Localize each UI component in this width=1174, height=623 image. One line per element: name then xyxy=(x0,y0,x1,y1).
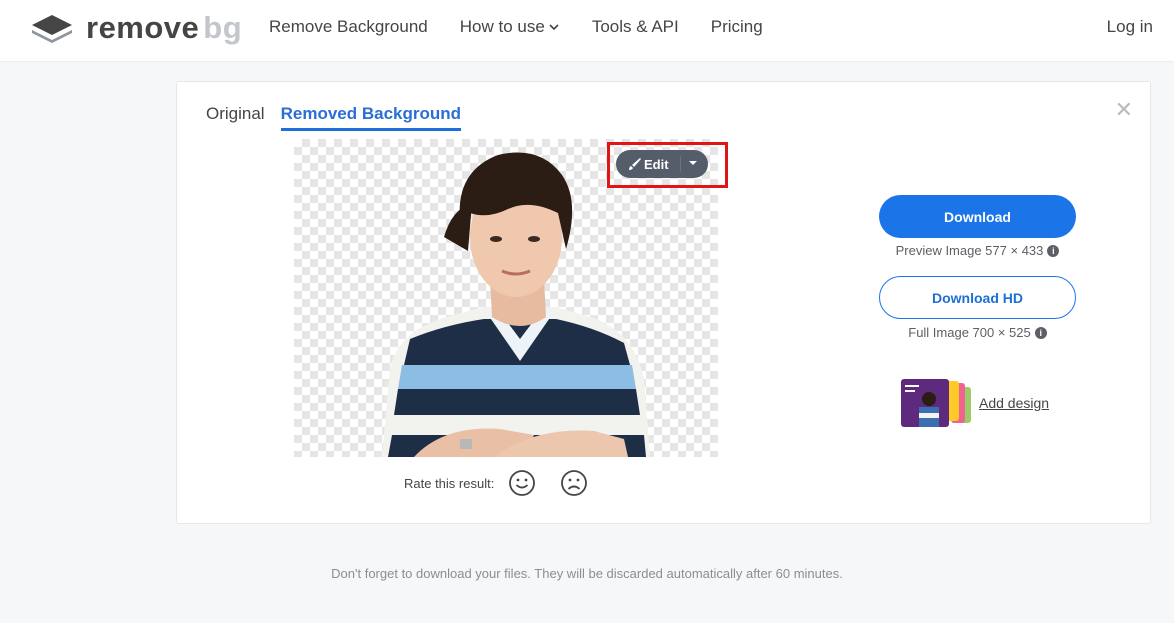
info-icon[interactable]: i xyxy=(1047,244,1060,257)
logo-text: remove bg xyxy=(86,12,242,44)
download-hd-button[interactable]: Download HD xyxy=(879,276,1076,319)
info-icon[interactable]: i xyxy=(1034,326,1047,339)
add-design-label: Add design xyxy=(979,395,1050,411)
top-header: remove bg Remove Background How to use To… xyxy=(0,0,1174,62)
nav-label: Tools & API xyxy=(591,17,679,36)
logo-word-remove: remove xyxy=(86,10,200,45)
tab-original[interactable]: Original xyxy=(206,104,265,131)
rate-label: Rate this result: xyxy=(404,475,495,491)
discard-notice: Don't forget to download your files. The… xyxy=(331,566,843,581)
chevron-down-icon xyxy=(549,24,559,31)
preview-image-size: Preview Image 577 × 433 xyxy=(895,243,1044,258)
nav-remove-background[interactable]: Remove Background xyxy=(269,17,428,37)
nav-pricing[interactable]: Pricing xyxy=(711,17,763,37)
caret-down-icon[interactable] xyxy=(689,161,697,165)
nav-how-to-use[interactable]: How to use xyxy=(460,17,560,37)
main-nav: Remove Background How to use Tools & API… xyxy=(269,17,795,37)
removebg-logo[interactable]: remove bg xyxy=(30,12,242,44)
download-button[interactable]: Download xyxy=(879,195,1076,238)
nav-label: Remove Background xyxy=(269,17,428,36)
nav-tools-api[interactable]: Tools & API xyxy=(592,17,679,37)
nav-label: How to use xyxy=(459,17,545,36)
brush-icon xyxy=(629,158,641,170)
login-link[interactable]: Log in xyxy=(1107,17,1153,37)
smiley-face-icon[interactable] xyxy=(508,469,536,497)
sad-face-icon[interactable] xyxy=(560,469,588,497)
nav-label: Pricing xyxy=(710,17,763,36)
close-icon[interactable]: ✕ xyxy=(1115,99,1133,121)
preview-image-info: Preview Image 577 × 433 i xyxy=(879,243,1076,258)
full-image-info: Full Image 700 × 525 i xyxy=(879,325,1076,340)
layers-logo-icon xyxy=(32,15,72,43)
add-design-link[interactable]: Add design xyxy=(901,379,1049,427)
edit-label: Edit xyxy=(644,156,669,172)
tab-removed-background[interactable]: Removed Background xyxy=(280,104,462,131)
edit-divider xyxy=(680,156,681,172)
result-tabs: Original Removed Background xyxy=(206,104,477,131)
design-templates-icon xyxy=(901,379,971,427)
edit-button[interactable]: Edit xyxy=(616,150,708,178)
logo-word-bg: bg xyxy=(203,10,243,45)
rate-result: Rate this result: xyxy=(404,469,612,497)
full-image-size: Full Image 700 × 525 xyxy=(908,325,1031,340)
result-card: Original Removed Background ✕ Edit Rate … xyxy=(176,81,1151,524)
